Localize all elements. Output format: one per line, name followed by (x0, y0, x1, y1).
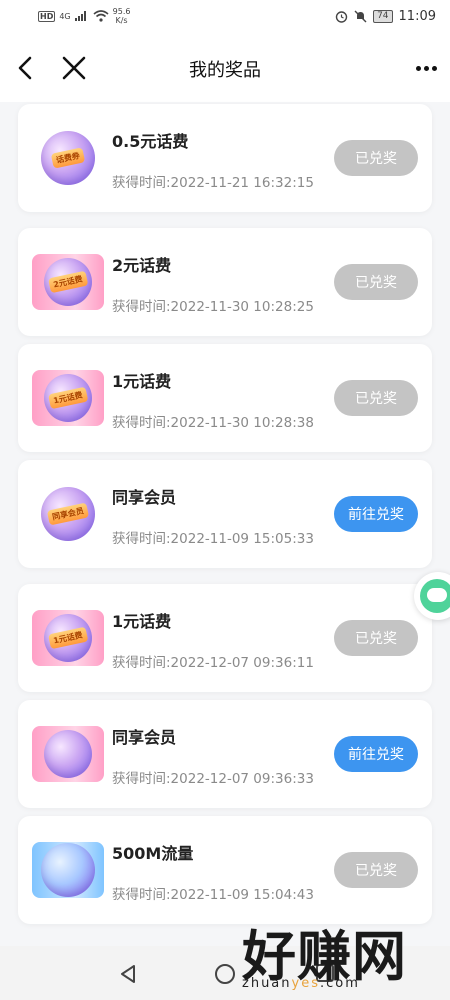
page-header: 我的奖品 (0, 32, 450, 102)
prize-name: 同享会员 (112, 728, 177, 747)
status-bar: HD 4G 95.6 K/s 74 11:09 (0, 0, 450, 32)
prize-card[interactable]: 500M流量获得时间:2022-11-09 15:04:43 已兑奖 (18, 816, 432, 924)
watermark: 好赚网 zhuanyes.com (236, 912, 436, 994)
signal-icon (74, 11, 86, 21)
page-title: 我的奖品 (189, 60, 261, 81)
redeemed-button[interactable]: 已兑奖 (334, 852, 418, 888)
prize-time: 获得时间:2022-11-09 15:05:33 (112, 531, 314, 547)
watermark-url-pre: zhuan (242, 976, 292, 991)
prize-bubble-icon (44, 730, 92, 778)
prize-time: 获得时间:2022-11-30 10:28:25 (112, 299, 314, 315)
prize-card[interactable]: 2元话费 2元话费 获得时间:2022-11-30 10:28:25 已兑奖 (18, 228, 432, 336)
prize-card[interactable]: 1元话费 1元话费 获得时间:2022-12-07 09:36:11 已兑奖 (18, 584, 432, 692)
alarm-icon (335, 10, 348, 23)
prize-card[interactable]: 同享会员获得时间:2022-12-07 09:36:33 前往兑奖 (18, 700, 432, 808)
battery-indicator: 74 (373, 9, 393, 23)
prize-image: 1元话费 (32, 370, 104, 426)
chat-icon (420, 579, 450, 613)
more-button[interactable] (412, 54, 440, 82)
prize-name: 同享会员 (112, 488, 177, 507)
prize-name: 1元话费 (112, 612, 172, 631)
redeem-button[interactable]: 前往兑奖 (334, 496, 418, 532)
redeemed-button[interactable]: 已兑奖 (334, 264, 418, 300)
more-dots-icon (415, 65, 421, 71)
prize-card[interactable]: 1元话费 1元话费 获得时间:2022-11-30 10:28:38 已兑奖 (18, 344, 432, 452)
network-type: 4G (59, 11, 71, 21)
prize-image (32, 842, 104, 898)
more-dot (423, 65, 429, 71)
speed-unit: K/s (115, 16, 128, 25)
prize-card[interactable]: 话费券 0.5元话费获得时间:2022-11-21 16:32:15 已兑奖 (18, 104, 432, 212)
redeemed-button[interactable]: 已兑奖 (334, 140, 418, 176)
prize-name: 1元话费 (112, 372, 172, 391)
prize-image: 同享会员 (32, 486, 104, 542)
prize-time: 获得时间:2022-12-07 09:36:11 (112, 655, 314, 671)
wifi-icon (93, 10, 109, 22)
prize-image: 1元话费 (32, 610, 104, 666)
network-speed: 95.6 K/s (113, 7, 131, 25)
redeemed-button[interactable]: 已兑奖 (334, 620, 418, 656)
prize-image: 话费券 (32, 130, 104, 186)
prize-image: 2元话费 (32, 254, 104, 310)
more-dot (431, 65, 437, 71)
hd-badge: HD (38, 10, 56, 22)
status-bar-right: 74 11:09 (335, 9, 436, 24)
nav-home-icon[interactable] (215, 964, 235, 984)
prize-name: 500M流量 (112, 844, 194, 863)
prize-time: 获得时间:2022-11-30 10:28:38 (112, 415, 314, 431)
watermark-url-post: .com (319, 976, 360, 991)
prize-bubble-icon (41, 843, 95, 897)
prize-name: 2元话费 (112, 256, 172, 275)
prize-card[interactable]: 同享会员 同享会员 获得时间:2022-11-09 15:05:33 前往兑奖 (18, 460, 432, 568)
redeemed-button[interactable]: 已兑奖 (334, 380, 418, 416)
prize-image (32, 726, 104, 782)
prize-name: 0.5元话费 (112, 132, 189, 151)
watermark-url: zhuanyes.com (242, 976, 360, 991)
watermark-url-accent: yes (291, 976, 320, 991)
nav-back-icon[interactable] (118, 964, 138, 984)
prize-time: 获得时间:2022-12-07 09:36:33 (112, 771, 314, 787)
redeem-button[interactable]: 前往兑奖 (334, 736, 418, 772)
status-bar-left: HD 4G 95.6 K/s (38, 7, 130, 25)
clock: 11:09 (398, 8, 436, 24)
prize-time: 获得时间:2022-11-21 16:32:15 (112, 175, 314, 191)
mute-icon (354, 10, 367, 22)
prize-time: 获得时间:2022-11-09 15:04:43 (112, 887, 314, 903)
speed-value: 95.6 (112, 7, 131, 16)
